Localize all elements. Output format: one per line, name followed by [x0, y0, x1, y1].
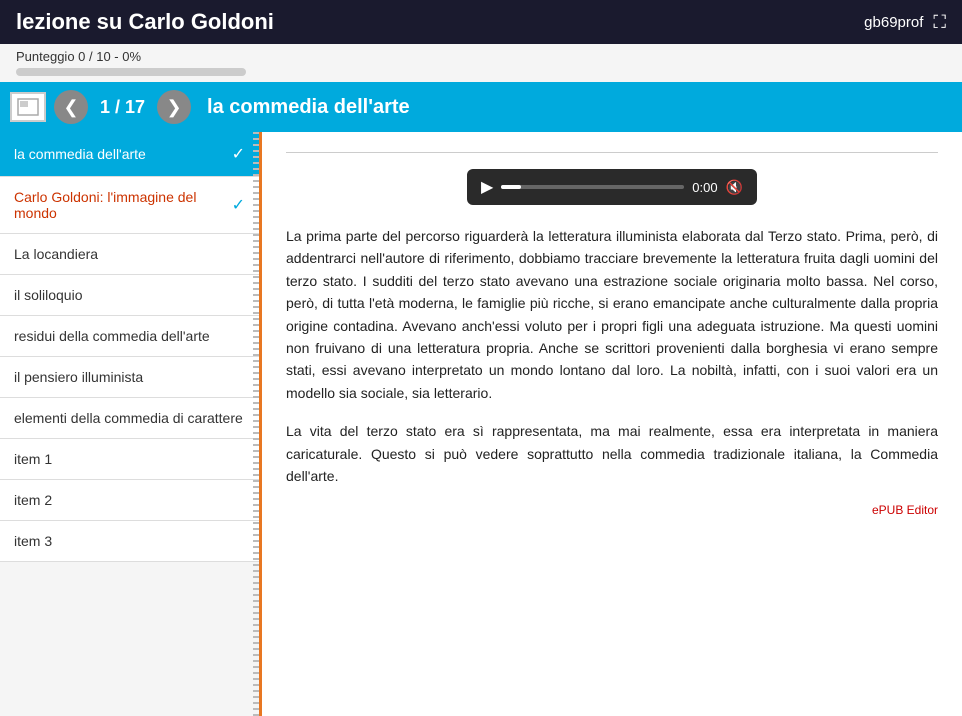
epub-watermark: ePUB Editor [286, 503, 938, 517]
sidebar-item-label: il soliloquio [14, 287, 82, 303]
progress-area: Punteggio 0 / 10 - 0% [0, 44, 962, 82]
content-paragraph-1: La prima parte del percorso riguarderà l… [286, 225, 938, 404]
sidebar-item-item-pensiero[interactable]: il pensiero illuminista [0, 357, 259, 398]
sidebar-item-label: residui della commedia dell'arte [14, 328, 210, 344]
audio-player: ▶ 0:00 🔇 [467, 169, 757, 205]
sidebar-item-item-3[interactable]: item 3 [0, 521, 259, 562]
sidebar-resize-handle[interactable] [253, 132, 259, 716]
audio-volume-icon[interactable]: 🔇 [726, 179, 743, 196]
nav-bar: ❮ 1 / 17 ❯ la commedia dell'arte [0, 82, 962, 132]
sidebar-item-label: item 2 [14, 492, 52, 508]
content-divider [286, 152, 938, 153]
sidebar-item-label: La locandiera [14, 246, 98, 262]
content-area: ▶ 0:00 🔇 La prima parte del percorso rig… [262, 132, 962, 716]
content-paragraph-2: La vita del terzo stato era sì rappresen… [286, 420, 938, 487]
audio-progress-bar[interactable] [501, 185, 684, 189]
sidebar-item-label: la commedia dell'arte [14, 146, 146, 162]
slide-title: la commedia dell'arte [207, 96, 410, 119]
progress-area-inner: Punteggio 0 / 10 - 0% [16, 49, 246, 76]
app-title: lezione su Carlo Goldoni [16, 9, 274, 35]
sidebar-item-item-locandiera[interactable]: La locandiera [0, 234, 259, 275]
checkmark-icon: ✓ [232, 195, 245, 215]
top-bar-right: gb69prof ⛶ [864, 12, 946, 33]
audio-time: 0:00 [692, 180, 717, 195]
page-info: 1 / 17 [96, 97, 149, 118]
checkmark-icon: ✓ [232, 144, 245, 164]
next-button[interactable]: ❯ [157, 90, 191, 124]
top-bar: lezione su Carlo Goldoni gb69prof ⛶ [0, 0, 962, 44]
sidebar-item-item-commedia[interactable]: la commedia dell'arte ✓ [0, 132, 259, 177]
sidebar-item-item-2[interactable]: item 2 [0, 480, 259, 521]
sidebar-item-item-1[interactable]: item 1 [0, 439, 259, 480]
play-button[interactable]: ▶ [481, 177, 493, 197]
prev-button[interactable]: ❮ [54, 90, 88, 124]
sidebar-item-item-soliloquio[interactable]: il soliloquio [0, 275, 259, 316]
sidebar-item-item-elementi[interactable]: elementi della commedia di carattere [0, 398, 259, 439]
sidebar-item-label: elementi della commedia di carattere [14, 410, 243, 426]
main-layout: la commedia dell'arte✓Carlo Goldoni: l'i… [0, 132, 962, 716]
sidebar-item-item-residui[interactable]: residui della commedia dell'arte [0, 316, 259, 357]
slide-thumbnail-icon[interactable] [10, 92, 46, 122]
score-label: Punteggio 0 / 10 - 0% [16, 49, 246, 64]
audio-progress-fill [501, 185, 521, 189]
sidebar-item-label: Carlo Goldoni: l'immagine del mondo [14, 189, 232, 221]
sidebar-item-label: item 1 [14, 451, 52, 467]
sidebar-item-label: item 3 [14, 533, 52, 549]
sidebar: la commedia dell'arte✓Carlo Goldoni: l'i… [0, 132, 262, 716]
username-label: gb69prof [864, 14, 923, 31]
sidebar-item-label: il pensiero illuminista [14, 369, 143, 385]
fullscreen-icon[interactable]: ⛶ [933, 12, 946, 33]
sidebar-item-item-carlo[interactable]: Carlo Goldoni: l'immagine del mondo✓ [0, 177, 259, 234]
progress-bar-container [16, 68, 246, 76]
